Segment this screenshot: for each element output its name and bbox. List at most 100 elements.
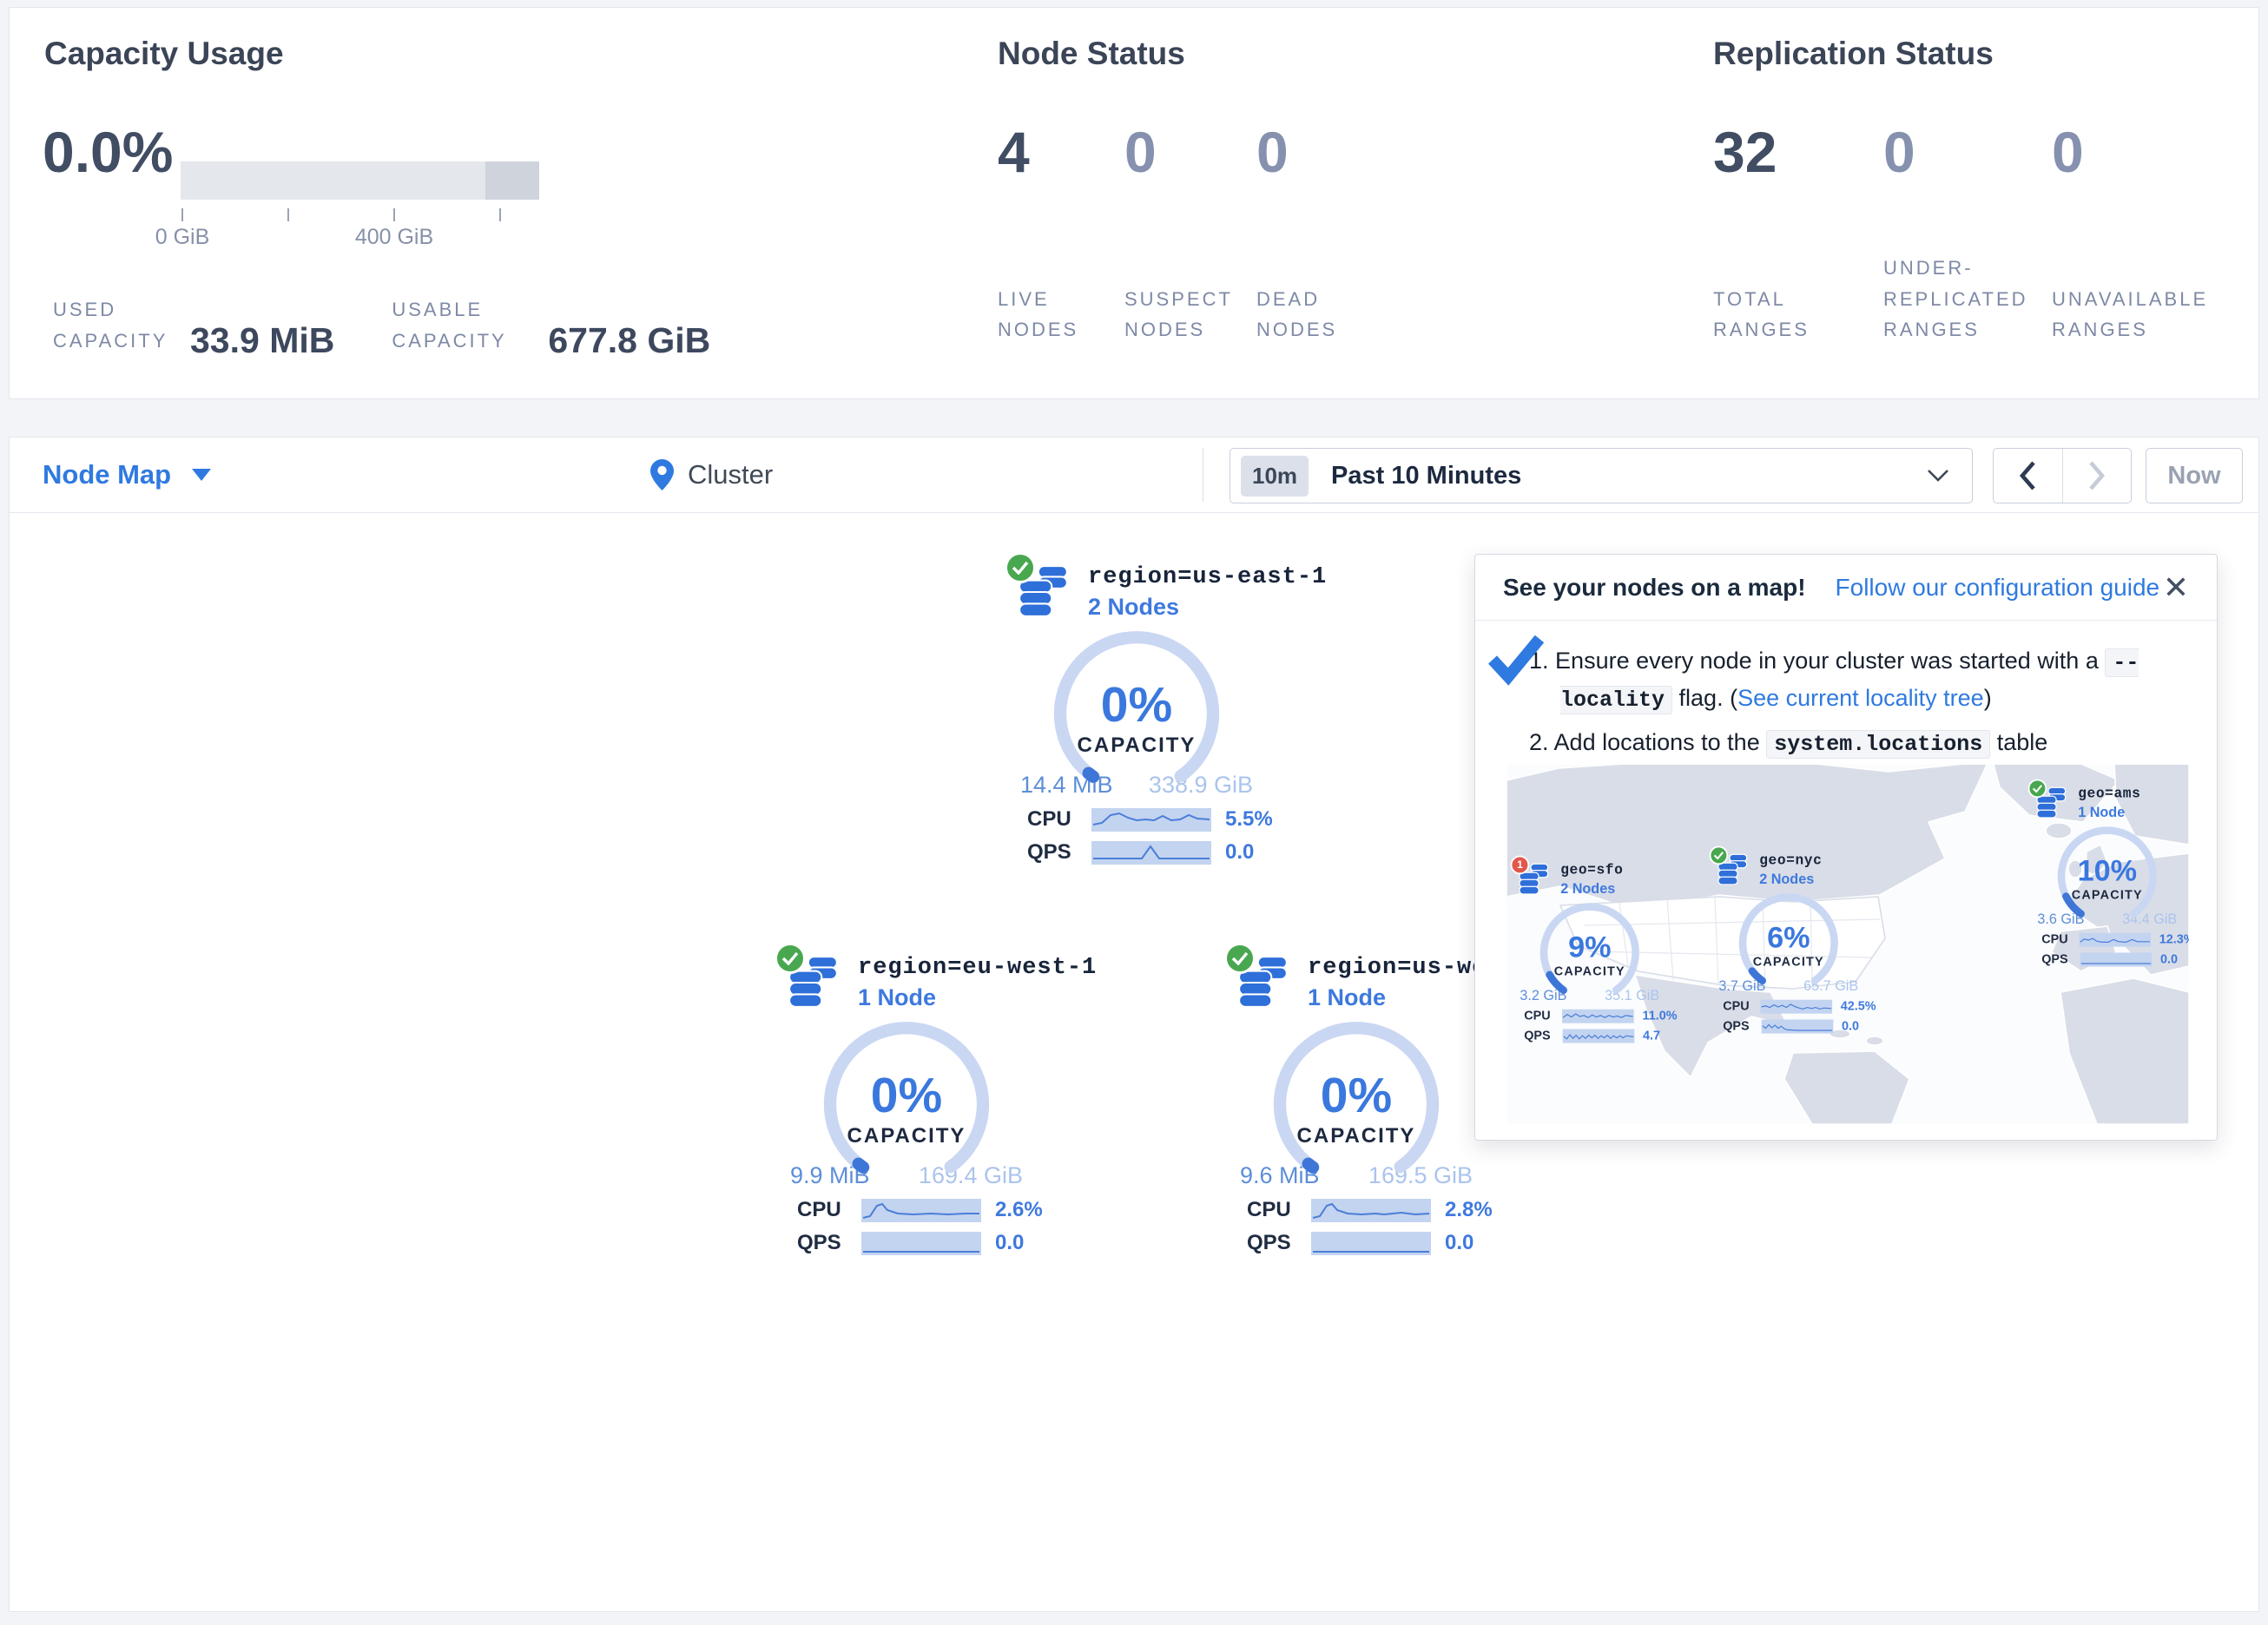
cpu-label: CPU: [2041, 932, 2073, 947]
capacity-axis-label-400: 400 GiB: [355, 225, 433, 250]
under-replicated-ranges-stat: 0 UNDER-REPLICATED RANGES: [1883, 119, 2048, 345]
capacity-gauge: 10% CAPACITY: [2050, 825, 2165, 914]
capacity-percent: 10%: [2050, 853, 2165, 888]
time-range-badge: 10m: [1241, 456, 1309, 497]
region-cluster-us-east-1[interactable]: region=us-east-1 2 Nodes 0% CAPACITY 14.…: [991, 564, 1282, 865]
cpu-value: 12.3%: [2159, 932, 2189, 947]
cpu-row: CPU 42.5%: [1701, 999, 1876, 1014]
chevron-down-icon: [1927, 469, 1949, 483]
cpu-label: CPU: [1247, 1198, 1301, 1222]
cluster-header: geo=nyc 2 Nodes: [1701, 853, 1876, 887]
map-node-geo-nyc[interactable]: geo=nyc 2 Nodes 6% CAPACITY 3.7 GiB 65.7…: [1701, 853, 1876, 1034]
capacity-word: CAPACITY: [1261, 1124, 1452, 1148]
status-ok-badge: [775, 943, 806, 974]
suspect-nodes-stat: 0 SUSPECT NODES: [1124, 119, 1253, 345]
locality-name: geo=nyc: [1759, 853, 1822, 869]
cpu-label: CPU: [1723, 999, 1754, 1014]
qps-value: 0.0: [2160, 952, 2178, 967]
region-name: region=eu-west-1: [858, 955, 1097, 981]
close-icon[interactable]: ✕: [2163, 572, 2189, 603]
node-status-title: Node Status: [998, 36, 1185, 72]
view-selector-dropdown[interactable]: Node Map: [43, 438, 211, 512]
step-text: ): [1984, 685, 1992, 711]
qps-label: QPS: [1247, 1231, 1301, 1255]
check-icon: [781, 951, 799, 965]
cpu-row: CPU 11.0%: [1507, 1009, 1678, 1023]
capacity-bar-reserved-segment: [485, 161, 539, 200]
capacity-gauge: 0% CAPACITY: [1261, 1018, 1452, 1168]
qps-value: 0.0: [1842, 1019, 1859, 1034]
qps-sparkline: [1563, 1029, 1635, 1043]
qps-sparkline: [861, 1232, 981, 1255]
cpu-row: CPU 12.3%: [2020, 932, 2189, 947]
suspect-nodes-label: SUSPECT NODES: [1124, 284, 1253, 345]
error-count: 1: [1517, 859, 1523, 872]
cluster-header: region=us-west-1 1 Node: [1210, 955, 1502, 1011]
cpu-sparkline: [1091, 808, 1211, 832]
capacity-word: CAPACITY: [2050, 888, 2165, 903]
time-range-selector[interactable]: 10m Past 10 Minutes: [1230, 448, 1973, 503]
dead-nodes-stat: 0 DEAD NODES: [1256, 119, 1369, 345]
step-text: flag. (: [1672, 685, 1737, 711]
region-name: region=us-east-1: [1088, 564, 1327, 590]
status-error-badge: 1: [1511, 856, 1530, 875]
live-nodes-value: 4: [998, 119, 1121, 185]
total-ranges-label: TOTAL RANGES: [1713, 284, 1852, 345]
cluster-icon-wrap: [787, 955, 841, 1010]
now-button[interactable]: Now: [2146, 448, 2243, 503]
cpu-sparkline: [2079, 932, 2151, 946]
setup-step-1: 1. Ensure every node in your cluster was…: [1529, 643, 2182, 718]
configuration-guide-link[interactable]: Follow our configuration guide: [1836, 574, 2160, 602]
cpu-row: CPU 2.6%: [761, 1198, 1052, 1222]
cpu-value: 2.8%: [1445, 1198, 1493, 1222]
time-back-button[interactable]: [1994, 449, 2063, 503]
now-button-label: Now: [2167, 462, 2220, 490]
locality-nodes-link[interactable]: 2 Nodes: [1560, 880, 1623, 897]
region-nodes-link[interactable]: 2 Nodes: [1088, 594, 1327, 621]
capacity-gauge: 6% CAPACITY: [1731, 891, 1846, 981]
qps-value: 0.0: [1445, 1231, 1474, 1255]
time-pager: [1993, 448, 2132, 503]
region-nodes-link[interactable]: 1 Node: [858, 984, 1097, 1011]
qps-label: QPS: [2041, 952, 2074, 967]
capacity-word: CAPACITY: [1041, 734, 1232, 758]
region-cluster-eu-west-1[interactable]: region=eu-west-1 1 Node 0% CAPACITY 9.9 …: [761, 955, 1052, 1255]
suspect-nodes-value: 0: [1124, 119, 1253, 185]
status-ok-badge: [1224, 943, 1256, 974]
capacity-usage-title: Capacity Usage: [44, 36, 284, 72]
cluster-icon-wrap: [2035, 786, 2067, 819]
capacity-axis-label-0: 0 GiB: [155, 225, 210, 250]
breadcrumb[interactable]: Cluster: [650, 438, 773, 512]
check-icon: [2032, 785, 2042, 793]
cluster-header: geo=ams 1 Node: [2020, 786, 2189, 820]
unavailable-ranges-label: UNAVAILABLE RANGES: [2052, 284, 2234, 345]
qps-value: 4.7: [1643, 1029, 1660, 1043]
time-range-label: Past 10 Minutes: [1331, 462, 1521, 490]
qps-sparkline: [1762, 1019, 1834, 1033]
locality-tree-link[interactable]: See current locality tree: [1737, 685, 1984, 711]
qps-row: QPS 0.0: [1701, 1019, 1876, 1034]
total-ranges-value: 32: [1713, 119, 1852, 185]
check-icon: [1231, 951, 1249, 965]
cpu-label: CPU: [1524, 1009, 1556, 1023]
map-pin-icon: [650, 459, 674, 490]
map-node-geo-ams[interactable]: geo=ams 1 Node 10% CAPACITY 3.6 GiB 34.4…: [2020, 786, 2189, 967]
status-ok-badge: [1005, 552, 1036, 583]
summary-card: Capacity Usage 0.0% 0 GiB 400 GiB USED C…: [9, 7, 2259, 399]
locality-nodes-link[interactable]: 1 Node: [2078, 804, 2140, 820]
time-forward-button[interactable]: [2063, 449, 2132, 503]
region-cluster-us-west-1[interactable]: region=us-west-1 1 Node 0% CAPACITY 9.6 …: [1210, 955, 1502, 1255]
cpu-label: CPU: [797, 1198, 851, 1222]
cluster-icon-wrap: [1017, 564, 1071, 620]
capacity-word: CAPACITY: [1533, 964, 1647, 979]
view-toolbar: Node Map Cluster 10m Past 10 Minutes Now: [9, 437, 2259, 513]
cpu-value: 2.6%: [995, 1198, 1043, 1222]
map-node-geo-sfo[interactable]: 1 geo=sfo 2 Nodes: [1507, 863, 1678, 1043]
live-nodes-label: LIVE NODES: [998, 284, 1121, 345]
replication-status-title: Replication Status: [1713, 36, 1994, 72]
qps-label: QPS: [1524, 1029, 1556, 1043]
check-icon: [1012, 561, 1029, 575]
locality-nodes-link[interactable]: 2 Nodes: [1759, 871, 1822, 887]
cpu-value: 42.5%: [1841, 999, 1876, 1014]
cpu-sparkline: [1562, 1009, 1634, 1023]
